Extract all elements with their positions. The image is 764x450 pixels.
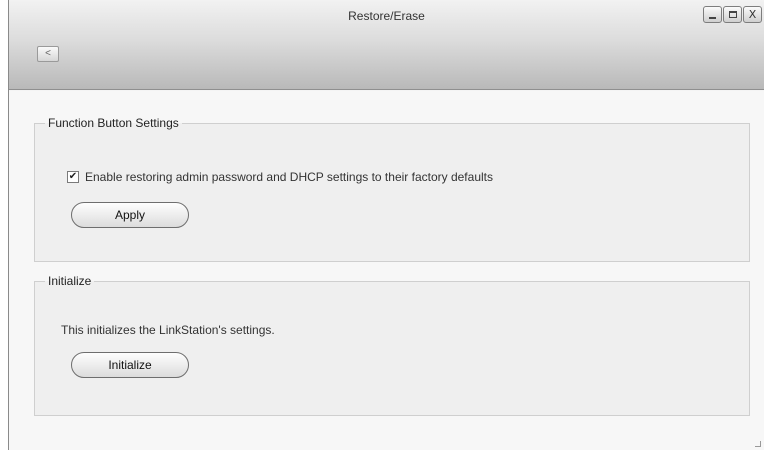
close-icon: X bbox=[748, 8, 757, 21]
restore-defaults-label[interactable]: Enable restoring admin password and DHCP… bbox=[85, 170, 493, 184]
function-button-settings-legend: Function Button Settings bbox=[48, 116, 179, 130]
maximize-icon bbox=[728, 11, 737, 18]
initialize-legend: Initialize bbox=[48, 274, 92, 288]
close-button[interactable]: X bbox=[743, 6, 762, 23]
restore-defaults-option[interactable]: ✔ Enable restoring admin password and DH… bbox=[67, 170, 493, 184]
function-button-settings-group: Function Button Settings ✔ Enable restor… bbox=[34, 116, 750, 262]
window-title: Restore/Erase bbox=[348, 9, 425, 23]
initialize-button[interactable]: Initialize bbox=[71, 352, 189, 378]
window-controls: X bbox=[703, 6, 762, 23]
minimize-icon bbox=[709, 16, 716, 19]
maximize-button[interactable] bbox=[723, 6, 742, 23]
title-bar: Restore/Erase < X bbox=[9, 0, 764, 90]
minimize-button[interactable] bbox=[703, 6, 722, 23]
apply-button[interactable]: Apply bbox=[71, 202, 189, 228]
initialize-group: Initialize This initializes the LinkStat… bbox=[34, 274, 750, 416]
initialize-description: This initializes the LinkStation's setti… bbox=[61, 323, 275, 337]
checkmark-icon: ✔ bbox=[68, 171, 78, 182]
back-button[interactable]: < bbox=[37, 46, 59, 62]
restore-defaults-checkbox[interactable]: ✔ bbox=[67, 171, 79, 183]
restore-erase-window: Restore/Erase < X Function Button Settin… bbox=[8, 0, 764, 450]
main-content: Function Button Settings ✔ Enable restor… bbox=[9, 91, 764, 450]
resize-grip-icon[interactable] bbox=[755, 441, 761, 447]
